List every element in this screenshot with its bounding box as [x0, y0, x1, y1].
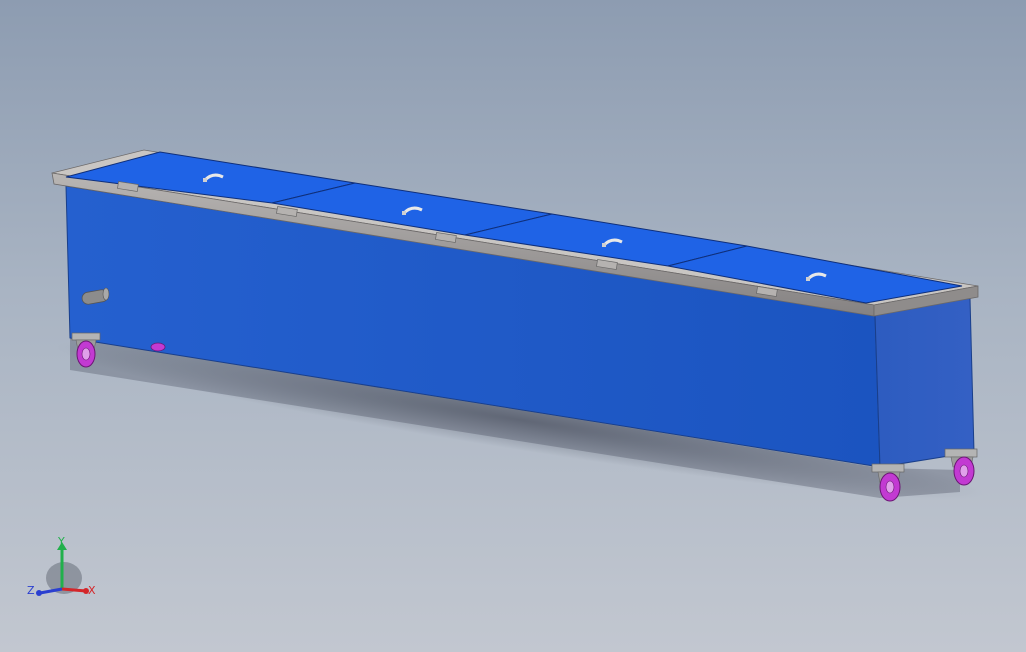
- triad-y-label: Y: [57, 535, 65, 548]
- x-axis-arrow-icon: [61, 587, 87, 593]
- caster-rear-left[interactable]: [150, 342, 166, 352]
- view-triad[interactable]: Y X Z: [27, 535, 96, 597]
- z-axis-tip-icon: [36, 590, 42, 596]
- tank-end-face[interactable]: [874, 297, 975, 468]
- triad-x-label: X: [88, 584, 96, 597]
- model-scene[interactable]: Y X Z: [0, 0, 1026, 652]
- triad-z-label: Z: [27, 584, 35, 597]
- graphics-viewport[interactable]: Y X Z: [0, 0, 1026, 652]
